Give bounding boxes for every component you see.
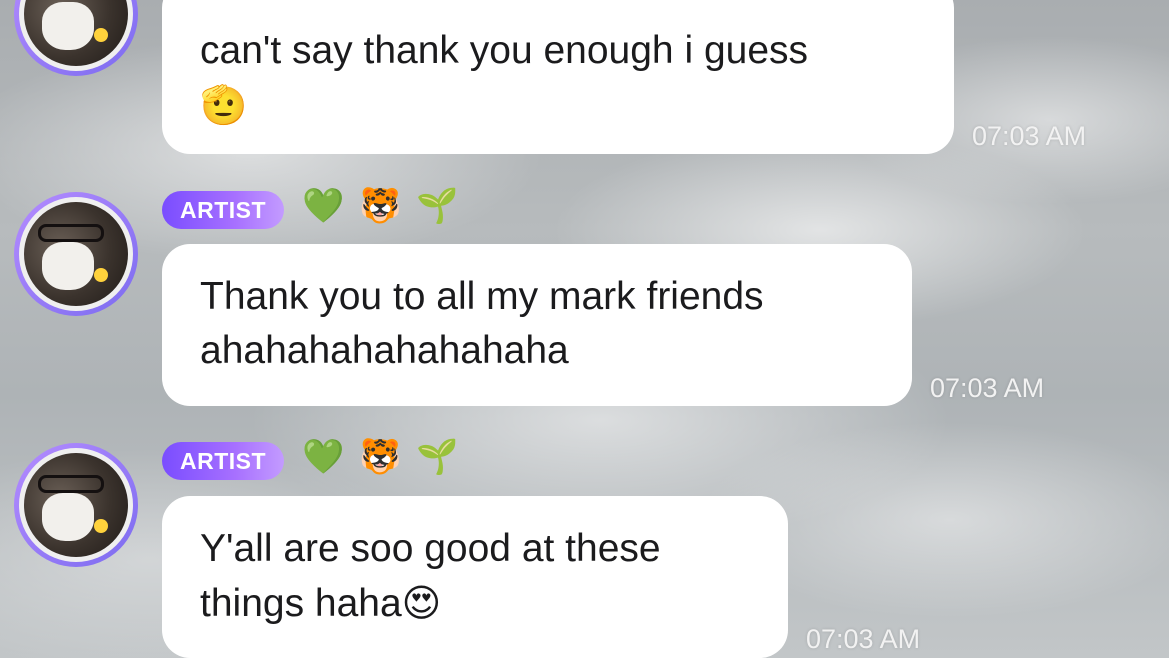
message-timestamp: 07:03 AM: [972, 121, 1087, 151]
seedling-icon: 🌱: [416, 186, 459, 226]
message-bubble[interactable]: can't say thank you enough i guess 🫡: [162, 0, 954, 154]
green-heart-icon: 💚: [302, 186, 345, 226]
avatar-photo: [24, 453, 128, 557]
reaction-emojis: 💚 🐯 🌱: [302, 437, 463, 477]
message-timestamp: 07:03 AM: [930, 373, 1045, 403]
green-heart-icon: 💚: [302, 437, 345, 477]
artist-badge: ARTIST: [162, 442, 285, 480]
tiger-face-icon: 🐯: [359, 186, 402, 226]
message-text-line: Y'all are soo good at these: [200, 527, 661, 570]
message-timestamp: 07:03 AM: [806, 624, 921, 654]
avatar[interactable]: [14, 0, 138, 76]
avatar[interactable]: [14, 443, 138, 567]
message-text-line: ahahahahahahahaha: [200, 329, 569, 372]
reaction-emojis: 💚 🐯 🌱: [302, 186, 463, 226]
message-text: can't say thank you enough i guess: [200, 29, 809, 72]
avatar-photo: [24, 0, 128, 66]
avatar[interactable]: [14, 192, 138, 316]
message-bubble[interactable]: Y'all are soo good at these things haha😍: [162, 496, 788, 658]
seedling-icon: 🌱: [416, 437, 459, 477]
heart-eyes-emoji-icon: 😍: [401, 581, 442, 625]
artist-badge: ARTIST: [162, 191, 285, 229]
avatar-photo: [24, 202, 128, 306]
tiger-face-icon: 🐯: [359, 437, 402, 477]
message-text-line: things haha: [200, 582, 402, 625]
message-bubble[interactable]: Thank you to all my mark friends ahahaha…: [162, 244, 912, 406]
message-text-line: Thank you to all my mark friends: [200, 275, 764, 318]
salute-emoji-icon: 🫡: [200, 83, 248, 127]
